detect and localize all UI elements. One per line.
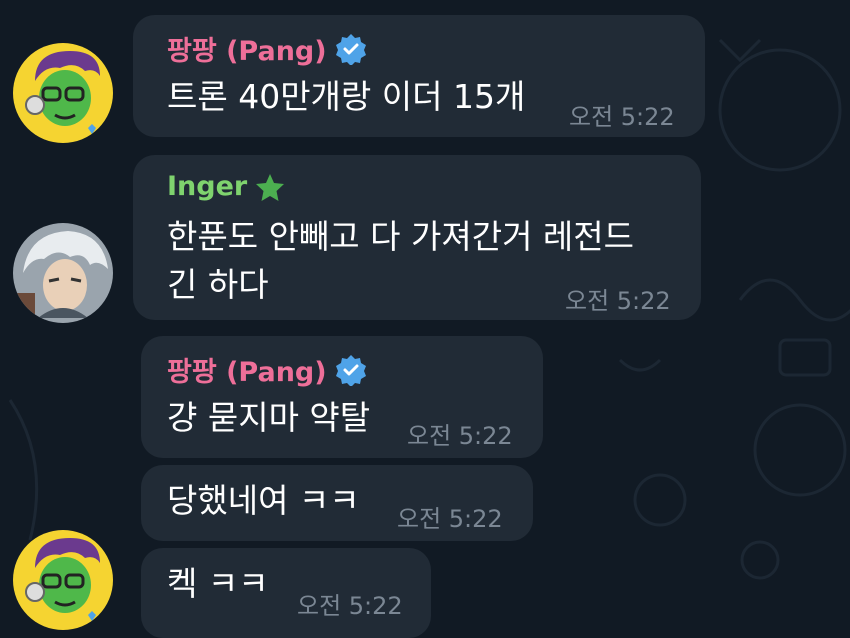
pang-avatar-icon [13,43,113,143]
message-time: 오전 5:22 [397,505,503,533]
message-bubble[interactable]: Inger 한푼도 안빼고 다 가져간거 레전드 긴 하다 오전 5:22 [133,155,701,320]
sender-name-text: Inger [167,171,248,202]
message-time: 오전 5:22 [565,287,671,315]
message-time: 오전 5:22 [297,592,403,620]
message-text-line: 긴 하다 [167,265,269,304]
avatar-pang[interactable] [13,43,113,143]
inger-avatar-icon [13,223,113,323]
message-text: 켁 ㅋㅋ [167,564,269,603]
avatar-inger[interactable] [13,223,113,323]
message-text: 당했네여 ㅋㅋ [167,481,360,520]
sender-name[interactable]: 팡팡 (Pang) [167,29,367,68]
message-bubble[interactable]: 팡팡 (Pang) 트론 40만개랑 이더 15개 오전 5:22 [133,15,705,137]
avatar-pang[interactable] [13,530,113,630]
star-icon [256,173,285,201]
message-bubble[interactable]: 당했네여 ㅋㅋ 오전 5:22 [141,465,533,541]
message-text-line: 한푼도 안빼고 다 가져간거 레전드 [167,217,634,256]
message-time: 오전 5:22 [407,422,513,450]
pang-avatar-icon [13,530,113,630]
sender-name-text: 팡팡 (Pang) [167,357,327,388]
verified-badge-icon [335,33,366,65]
sender-name[interactable]: 팡팡 (Pang) [167,350,367,389]
sender-name-text: 팡팡 (Pang) [167,36,327,67]
sender-name[interactable]: Inger [167,171,285,202]
message-bubble[interactable]: 팡팡 (Pang) 걍 묻지마 약탈 오전 5:22 [141,336,543,458]
message-text: 걍 묻지마 약탈 [167,398,371,437]
message-time: 오전 5:22 [569,103,675,131]
message-text: 트론 40만개랑 이더 15개 [167,77,526,116]
message-bubble[interactable]: 켁 ㅋㅋ 오전 5:22 [141,548,431,638]
verified-badge-icon [335,354,366,386]
